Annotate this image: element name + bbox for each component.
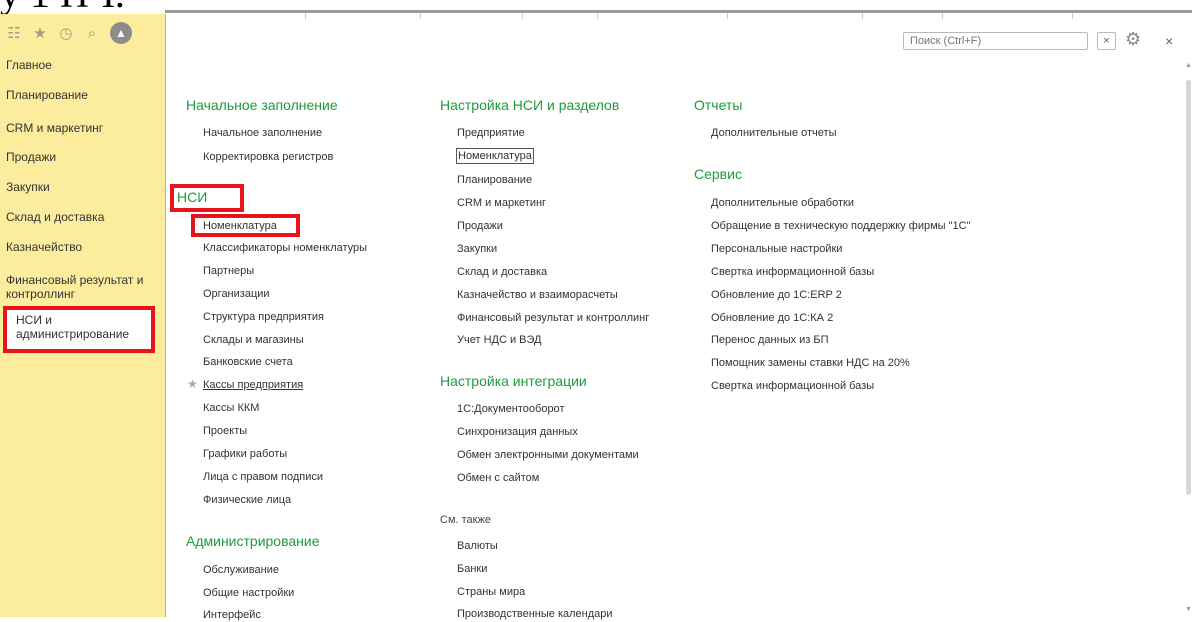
section-title-administration: Администрирование	[186, 533, 320, 549]
favorite-star-icon[interactable]: ★	[187, 377, 198, 391]
link-crm-settings[interactable]: CRM и маркетинг	[457, 196, 546, 210]
page-caption: у 1 ПЧ.	[0, 0, 125, 14]
section-title-nsi: НСИ	[170, 184, 244, 212]
apps-grid-icon[interactable]: ☷	[6, 24, 22, 42]
link-general-settings[interactable]: Общие настройки	[203, 586, 294, 600]
link-finance-settings[interactable]: Финансовый результат и контроллинг	[457, 311, 649, 325]
sidebar-item-finance[interactable]: Финансовый результат и контроллинг	[6, 273, 156, 301]
search-icon[interactable]: ⌕	[84, 25, 100, 42]
user-icon[interactable]: ▲	[110, 22, 132, 44]
close-icon[interactable]: ×	[1165, 33, 1173, 49]
link-work-schedules[interactable]: Графики работы	[203, 447, 287, 461]
history-icon[interactable]: ◷	[58, 24, 74, 42]
link-register-correction[interactable]: Корректировка регистров	[203, 150, 333, 164]
scroll-down-icon[interactable]: ▼	[1185, 606, 1192, 613]
link-purchases-settings[interactable]: Закупки	[457, 242, 497, 256]
link-update-ka[interactable]: Обновление до 1С:КА 2	[711, 311, 833, 325]
link-additional-reports[interactable]: Дополнительные отчеты	[711, 126, 836, 140]
sidebar-item-main[interactable]: Главное	[6, 58, 152, 72]
link-db-collapse-2[interactable]: Свертка информационной базы	[711, 379, 874, 393]
link-maintenance[interactable]: Обслуживание	[203, 563, 279, 577]
link-bank-accounts[interactable]: Банковские счета	[203, 355, 293, 369]
section-title-integration: Настройка интеграции	[440, 373, 587, 389]
link-site-exchange[interactable]: Обмен с сайтом	[457, 471, 539, 485]
link-docflow[interactable]: 1С:Документооборот	[457, 402, 564, 416]
section-title-service: Сервис	[694, 166, 742, 182]
link-treasury-settings[interactable]: Казначейство и взаиморасчеты	[457, 288, 618, 302]
link-enterprise[interactable]: Предприятие	[457, 126, 525, 140]
link-projects[interactable]: Проекты	[203, 424, 247, 438]
sidebar-item-treasury[interactable]: Казначейство	[6, 240, 152, 254]
link-currencies[interactable]: Валюты	[457, 539, 498, 553]
scrollbar-thumb[interactable]	[1186, 80, 1191, 495]
link-interface[interactable]: Интерфейс	[203, 608, 261, 622]
scroll-up-icon[interactable]: ▲	[1185, 62, 1192, 69]
link-db-collapse[interactable]: Свертка информационной базы	[711, 265, 874, 279]
link-nomenclature-classifiers[interactable]: Классификаторы номенклатуры	[203, 241, 367, 255]
link-warehouses-stores[interactable]: Склады и магазины	[203, 333, 304, 347]
link-vat-rate-assistant[interactable]: Помощник замены ставки НДС на 20%	[711, 356, 910, 370]
sidebar-item-planning[interactable]: Планирование	[6, 88, 152, 102]
link-additional-processing[interactable]: Дополнительные обработки	[711, 196, 854, 210]
see-also-title: См. также	[440, 514, 491, 526]
link-edi[interactable]: Обмен электронными документами	[457, 448, 639, 462]
link-partners[interactable]: Партнеры	[203, 264, 254, 278]
sidebar-item-nsi-admin[interactable]: НСИ и администрирование	[3, 306, 155, 353]
link-countries[interactable]: Страны мира	[457, 585, 525, 599]
sections-panel: ☷ ★ ◷ ⌕ ▲ Главное Планирование CRM и мар…	[0, 14, 166, 617]
link-banks[interactable]: Банки	[457, 562, 487, 576]
section-title-nsi-settings: Настройка НСИ и разделов	[440, 97, 620, 113]
link-vat-settings[interactable]: Учет НДС и ВЭД	[457, 333, 542, 347]
link-enterprise-structure[interactable]: Структура предприятия	[203, 310, 324, 324]
link-organizations[interactable]: Организации	[203, 287, 270, 301]
link-data-sync[interactable]: Синхронизация данных	[457, 425, 578, 439]
link-cash-registers[interactable]: Кассы ККМ	[203, 401, 259, 415]
link-signatories[interactable]: Лица с правом подписи	[203, 470, 323, 484]
search-clear-button[interactable]: ×	[1097, 32, 1116, 50]
gear-icon[interactable]: ⚙	[1125, 29, 1141, 50]
window-tab-strip	[165, 10, 1192, 19]
sidebar-item-warehouse[interactable]: Склад и доставка	[6, 210, 152, 224]
link-transfer-from-bp[interactable]: Перенос данных из БП	[711, 333, 829, 347]
sidebar-item-purchases[interactable]: Закупки	[6, 180, 152, 194]
link-individuals[interactable]: Физические лица	[203, 493, 291, 507]
link-nomenclature[interactable]: Номенклатура	[191, 214, 300, 237]
link-cash-desks[interactable]: Кассы предприятия	[203, 378, 303, 392]
link-planning-settings[interactable]: Планирование	[457, 173, 532, 187]
search-input[interactable]	[903, 32, 1088, 50]
section-title-initial-fill: Начальное заполнение	[186, 97, 338, 113]
star-icon[interactable]: ★	[32, 24, 48, 42]
vertical-scrollbar[interactable]: ▲ ▼	[1185, 62, 1192, 617]
link-initial-fill[interactable]: Начальное заполнение	[203, 126, 322, 140]
sidebar-toolbar: ☷ ★ ◷ ⌕ ▲	[6, 20, 132, 46]
section-title-reports: Отчеты	[694, 97, 743, 113]
link-personal-settings[interactable]: Персональные настройки	[711, 242, 842, 256]
link-warehouse-settings[interactable]: Склад и доставка	[457, 265, 547, 279]
link-support-request[interactable]: Обращение в техническую поддержку фирмы …	[711, 219, 971, 233]
sidebar-item-sales[interactable]: Продажи	[6, 150, 152, 164]
sidebar-item-crm[interactable]: CRM и маркетинг	[6, 121, 152, 135]
link-sales-settings[interactable]: Продажи	[457, 219, 503, 233]
link-update-erp[interactable]: Обновление до 1С:ERP 2	[711, 288, 842, 302]
link-production-calendars[interactable]: Производственные календари	[457, 607, 613, 621]
link-nomenclature-settings[interactable]: Номенклатура	[456, 148, 534, 164]
